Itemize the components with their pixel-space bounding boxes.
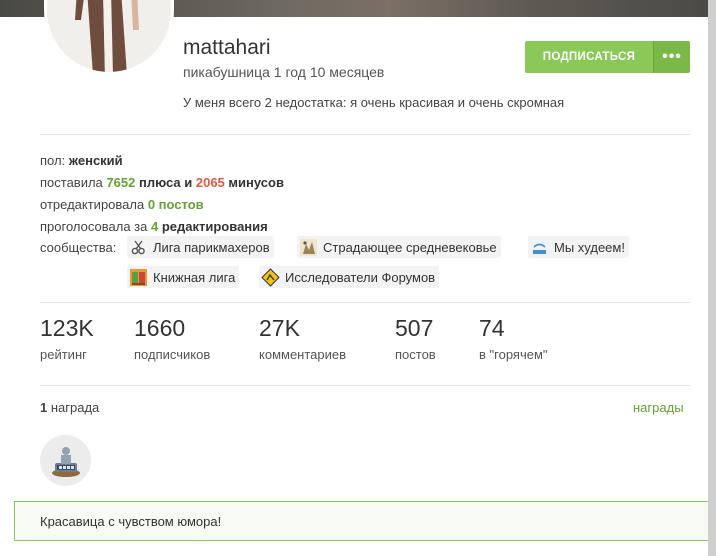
subscribe-group: ПОДПИСАТЬСЯ •••: [525, 41, 690, 73]
stat-subscribers-label[interactable]: подписчиков: [134, 347, 210, 362]
profile-bio: У меня всего 2 недостатка: я очень краси…: [183, 95, 565, 110]
member-since: пикабушница 1 год 10 месяцев: [183, 64, 385, 80]
divider: [40, 134, 690, 135]
award-1000-icon[interactable]: [40, 435, 91, 486]
stat-hot-value[interactable]: 74: [479, 315, 505, 342]
community-book-league[interactable]: Книжная лига: [127, 266, 240, 288]
voted-line: проголосовала за 4 редактирования: [40, 219, 268, 234]
more-options-button[interactable]: •••: [653, 41, 690, 73]
book-icon: [129, 268, 148, 287]
stat-posts-value[interactable]: 507: [395, 315, 433, 342]
hairdresser-icon: [129, 238, 148, 257]
community-hairdressers[interactable]: Лига парикмахеров: [127, 236, 274, 258]
medieval-icon: [299, 238, 318, 257]
divider: [40, 385, 690, 386]
avatar[interactable]: [44, 0, 174, 75]
profile-card: mattahari пикабушница 1 год 10 месяцев У…: [0, 0, 716, 556]
stat-comments-value[interactable]: 27K: [259, 315, 300, 342]
gender-value: женский: [68, 153, 123, 168]
divider: [40, 302, 690, 303]
voted-count: 4: [150, 219, 159, 234]
stat-comments-label[interactable]: комментариев: [259, 347, 346, 362]
stat-rating-label: рейтинг: [40, 347, 87, 362]
community-medieval[interactable]: Страдающее средневековье: [297, 236, 501, 258]
stat-hot-label[interactable]: в "горячем": [479, 347, 548, 362]
stat-rating-value: 123K: [40, 315, 94, 341]
forum-explorer-icon: [261, 267, 280, 287]
username[interactable]: mattahari: [183, 36, 271, 60]
votes-line: поставила 7652 плюса и 2065 минусов: [40, 175, 284, 190]
more-dots-icon: •••: [662, 48, 682, 65]
profile-note-field[interactable]: Красавица с чувством юмора!: [14, 501, 716, 541]
subscribe-button[interactable]: ПОДПИСАТЬСЯ: [525, 41, 653, 73]
stat-posts-label[interactable]: постов: [395, 347, 436, 362]
scale-icon: [530, 238, 549, 257]
awards-link[interactable]: награды: [633, 400, 684, 415]
awards-count: 1 награда: [40, 400, 100, 415]
pluses-count: 7652: [106, 175, 136, 190]
minuses-count: 2065: [195, 175, 225, 190]
community-weight-loss[interactable]: Мы худеем!: [528, 236, 629, 258]
profile-note-text: Красавица с чувством юмора!: [40, 514, 222, 529]
edited-value[interactable]: 0 постов: [148, 197, 204, 212]
community-forum-explorers[interactable]: Исследователи Форумов: [259, 266, 440, 288]
gender-line: пол: женский: [40, 153, 123, 168]
edited-line: отредактировала 0 постов: [40, 197, 204, 212]
scrollbar-track[interactable]: [708, 0, 716, 556]
stat-subscribers-value[interactable]: 1660: [134, 315, 185, 342]
communities-label: сообщества:: [40, 240, 117, 255]
